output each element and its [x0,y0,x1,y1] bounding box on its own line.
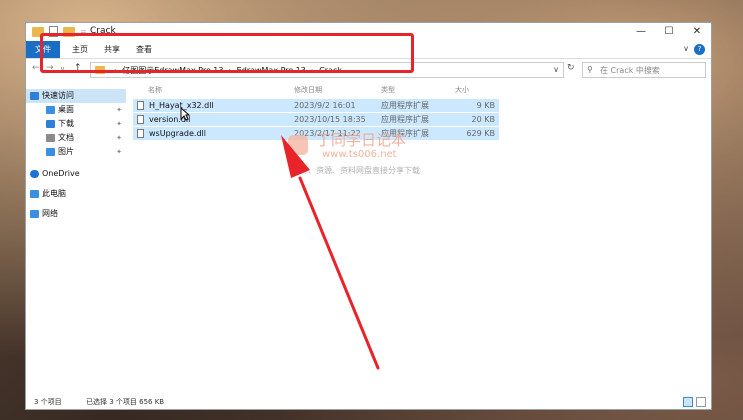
file-size: 20 KB [471,115,495,124]
file-date: 2023/9/2 16:01 [294,101,356,110]
sidebar-item-label: 快速访问 [42,91,74,100]
forward-button[interactable]: → [46,63,54,73]
address-row: ← → ∨ ↑ › 亿图图示EdrawMax.Pro.13 › EdrawMax.Pr… [26,59,711,81]
customize-toolbar-icon[interactable]: = [80,27,87,36]
sidebar-item-label: 桌面 [58,105,74,114]
file-size: 9 KB [476,101,495,110]
status-bar: 3 个项目 已选择 3 个项目 656 KB [26,395,711,409]
selection-info: 已选择 3 个项目 656 KB [86,398,165,406]
dll-file-icon [137,115,144,124]
ribbon-tabs: 文件 主页 共享 查看 ∨ ? [26,41,711,59]
address-bar[interactable]: › 亿图图示EdrawMax.Pro.13 › EdrawMax.Pro.13 › Cra… [90,62,564,78]
computer-icon [30,190,39,198]
breadcrumb-item[interactable]: Crack [319,66,342,75]
table-row[interactable]: wsUpgrade.dll 2023/2/17 11:22 应用程序扩展 629… [133,127,499,140]
sidebar-item-quick-access[interactable]: 快速访问 [26,89,126,103]
file-type: 应用程序扩展 [381,129,429,138]
window-title: Crack [90,26,116,36]
pin-icon: ✦ [116,106,122,114]
tab-file[interactable]: 文件 [26,41,60,58]
expand-ribbon-icon[interactable]: ∨ [683,44,689,53]
sidebar-item-documents[interactable]: 文档 ✦ [26,131,126,145]
up-button[interactable]: ↑ [74,63,82,73]
sidebar-item-label: OneDrive [42,169,80,178]
desktop-icon [46,106,55,114]
mouse-cursor-icon [180,107,190,121]
pin-icon: ✦ [116,120,122,128]
address-dropdown-icon[interactable]: ∨ [553,65,559,74]
download-icon [46,120,55,128]
pin-icon: ✦ [116,148,122,156]
breadcrumb-item[interactable]: 亿图图示EdrawMax.Pro.13 [122,66,223,75]
search-box[interactable]: ⚲ 在 Crack 中搜索 [582,62,706,78]
properties-icon[interactable] [49,26,58,37]
sidebar-item-onedrive[interactable]: OneDrive [26,167,126,181]
pin-icon: ✦ [116,134,122,142]
large-icons-view-icon[interactable] [696,397,706,407]
explorer-window: = Crack — ☐ ✕ 文件 主页 共享 查看 ∨ ? ← → ∨ ↑ › 亿… [25,22,712,410]
file-date: 2023/10/15 18:35 [294,115,366,124]
sidebar-item-desktop[interactable]: 桌面 ✦ [26,103,126,117]
file-date: 2023/2/17 11:22 [294,129,361,138]
search-input[interactable]: 在 Crack 中搜索 [600,65,660,76]
folder-icon [95,66,105,74]
cloud-icon [30,170,39,178]
pictures-icon [46,148,55,156]
dll-file-icon [137,129,144,138]
sidebar-item-label: 此电脑 [42,189,66,198]
sidebar-item-network[interactable]: 网络 [26,207,126,221]
file-name: wsUpgrade.dll [149,129,206,138]
navigation-pane: 快速访问 桌面 ✦ 下载 ✦ 文档 ✦ 图片 ✦ OneDrive 此电脑 网络 [26,83,126,393]
sidebar-item-label: 网络 [42,209,58,218]
column-header-type[interactable]: 类型 [381,85,395,95]
breadcrumb-item[interactable]: EdrawMax.Pro.13 [237,66,306,75]
item-count: 3 个项目 [34,398,62,406]
sidebar-item-label: 图片 [58,147,74,156]
sidebar-item-pictures[interactable]: 图片 ✦ [26,145,126,159]
maximize-button[interactable]: ☐ [655,23,683,41]
minimize-button[interactable]: — [627,23,655,41]
details-view-icon[interactable] [683,397,693,407]
file-size: 629 KB [466,129,495,138]
file-type: 应用程序扩展 [381,115,429,124]
recent-locations-button[interactable]: ∨ [60,65,65,73]
column-header-date[interactable]: 修改日期 [294,85,322,95]
star-icon [30,92,39,100]
back-button[interactable]: ← [32,63,40,73]
tab-home[interactable]: 主页 [66,41,94,58]
column-header-name[interactable]: 名称 [148,85,162,95]
sidebar-item-this-pc[interactable]: 此电脑 [26,187,126,201]
sidebar-item-downloads[interactable]: 下载 ✦ [26,117,126,131]
title-bar: = Crack — ☐ ✕ [26,23,711,41]
document-icon [46,134,55,142]
file-type: 应用程序扩展 [381,101,429,110]
network-icon [30,210,39,218]
file-list: 名称 修改日期 类型 大小 H_Hayat_x32.dll 2023/9/2 1… [130,83,710,393]
refresh-button[interactable]: ↻ [567,63,575,73]
breadcrumb: › 亿图图示EdrawMax.Pro.13 › EdrawMax.Pro.13 › Cra… [114,66,342,75]
help-icon[interactable]: ? [694,44,705,55]
tab-share[interactable]: 共享 [98,41,126,58]
quick-access-toolbar: = [32,26,87,37]
search-icon: ⚲ [587,65,593,74]
new-folder-icon[interactable] [63,26,75,37]
column-header-size[interactable]: 大小 [455,85,469,95]
dll-file-icon [137,101,144,110]
close-button[interactable]: ✕ [683,23,711,41]
folder-icon [32,26,44,37]
sidebar-item-label: 下载 [58,119,74,128]
sidebar-item-label: 文档 [58,133,74,142]
tab-view[interactable]: 查看 [130,41,158,58]
